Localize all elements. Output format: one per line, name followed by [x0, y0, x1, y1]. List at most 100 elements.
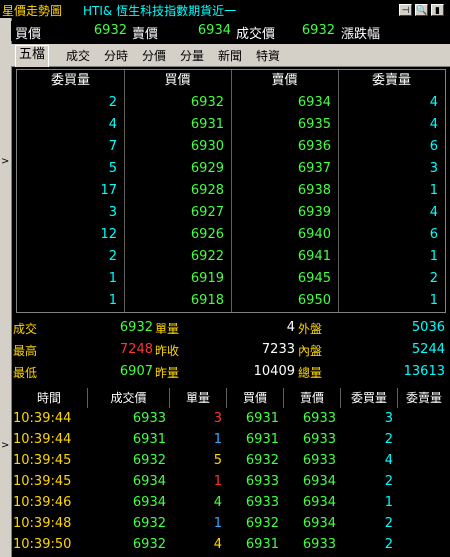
time-header: 時間: [11, 388, 88, 408]
tick-row[interactable]: 10:39:45 6934 1 6933 6934 2: [11, 471, 450, 492]
tick-bq-cell: 2: [384, 537, 393, 552]
tab-five-level[interactable]: 五檔: [15, 45, 50, 67]
tick-bid-cell: 6931: [245, 537, 279, 552]
tick-bq-cell: 2: [384, 516, 393, 531]
qty-header: 單量: [170, 388, 227, 408]
tab-volume[interactable]: 分量: [177, 47, 207, 65]
tick-time-cell: 10:39:45: [13, 453, 72, 468]
tick-price-cell: 6933: [132, 411, 166, 426]
tab-trades[interactable]: 成交: [63, 47, 93, 65]
ask-qty-cell: 4: [429, 95, 438, 110]
stat-l2: 單量: [155, 322, 180, 336]
book-row[interactable]: 17 6928 6938 1: [17, 180, 445, 202]
tick-time-cell: 10:39:45: [13, 474, 72, 489]
tab-bar: 五檔 成交 分時 分價 分量 新聞 特資: [11, 44, 450, 67]
tick-bid-cell: 6933: [245, 474, 279, 489]
stat-v1: 6907: [119, 364, 153, 379]
stat-v3: 5244: [411, 342, 445, 357]
tick-price-cell: 6932: [132, 516, 166, 531]
tab-special[interactable]: 特資: [253, 47, 283, 65]
bid-qty-cell: 4: [108, 117, 117, 132]
bid-cell: 6919: [190, 271, 224, 286]
book-row[interactable]: 2 6932 6934 4: [17, 92, 445, 114]
book-row[interactable]: 1 6918 6950 1: [17, 290, 445, 312]
tick-price-cell: 6934: [132, 495, 166, 510]
bid-cell: 6929: [190, 161, 224, 176]
change-label: 漲跌幅: [341, 27, 381, 42]
bid-qty-cell: 5: [108, 161, 117, 176]
book-row[interactable]: 7 6930 6936 6: [17, 136, 445, 158]
book-row[interactable]: 2 6922 6941 1: [17, 246, 445, 268]
tick-row[interactable]: 10:39:50 6932 4 6931 6933 2: [11, 534, 450, 555]
bid-cell: 6926: [190, 227, 224, 242]
stat-l2: 昨收: [155, 344, 180, 358]
tick-ask-cell: 6933: [302, 453, 336, 468]
tick-row[interactable]: 10:39:44 6931 1 6931 6933 2: [11, 429, 450, 450]
tick-aq-cell: [398, 471, 448, 492]
tick-time-cell: 10:39:46: [13, 495, 72, 510]
stat-v1: 6932: [119, 320, 153, 335]
tick-row[interactable]: 10:39:46 6934 4 6933 6934 1: [11, 492, 450, 513]
bid-cell: 6922: [190, 249, 224, 264]
expand-right-icon[interactable]: >: [1, 440, 9, 451]
book-row[interactable]: 4 6931 6935 4: [17, 114, 445, 136]
tick-bid-cell: 6932: [245, 516, 279, 531]
tick-time-cell: 10:39:44: [13, 411, 72, 426]
ask-cell: 6950: [297, 293, 331, 308]
tick-bq-cell: 3: [384, 411, 393, 426]
tick-price-cell: 6934: [132, 474, 166, 489]
bid-cell: 6932: [190, 95, 224, 110]
tick-ask-cell: 6933: [302, 432, 336, 447]
ask-cell: 6935: [297, 117, 331, 132]
ask-cell: 6937: [297, 161, 331, 176]
book-row[interactable]: 1 6919 6945 2: [17, 268, 445, 290]
tick-price-cell: 6932: [132, 537, 166, 552]
bid-qty-cell: 7: [108, 139, 117, 154]
search-icon[interactable]: 🔍: [415, 4, 428, 16]
close-icon[interactable]: ▮: [431, 4, 444, 16]
stat-l2: 昨量: [155, 366, 180, 380]
instrument-name: HTI& 恆生科技指數期貨近一: [83, 4, 237, 18]
tick-qty-cell: 4: [213, 495, 222, 510]
ask-qty-cell: 4: [429, 117, 438, 132]
ask-qty-cell: 2: [429, 271, 438, 286]
ask-cell: 6941: [297, 249, 331, 264]
stat-l1: 最低: [13, 366, 38, 380]
sell-value: 6934: [197, 23, 231, 38]
last-label: 成交價: [236, 27, 276, 42]
title-bar: 星價走勢圖 HTI& 恆生科技指數期貨近一 ⊣ 🔍 ▮: [0, 0, 450, 20]
tick-row[interactable]: 10:39:48 6932 1 6932 6934 2: [11, 513, 450, 534]
tick-ask-cell: 6934: [302, 495, 336, 510]
tick-qty-cell: 5: [213, 453, 222, 468]
trade-ticks: 時間 成交價 單量 買價 賣價 委買量 委賣量 10:39:44 6933 3 693…: [11, 388, 450, 557]
stat-v2: 7233: [261, 342, 295, 357]
ask-qty-cell: 6: [429, 139, 438, 154]
pin-icon[interactable]: ⊣: [399, 4, 412, 16]
tick-bid-cell: 6931: [245, 411, 279, 426]
book-row[interactable]: 3 6927 6939 4: [17, 202, 445, 224]
book-row[interactable]: 5 6929 6937 3: [17, 158, 445, 180]
tab-news[interactable]: 新聞: [215, 47, 245, 65]
tick-bid-cell: 6931: [245, 432, 279, 447]
tick-row[interactable]: 10:39:44 6933 3 6931 6933 3: [11, 408, 450, 429]
quote-row: 買價 6932 賣價 6934 成交價 6932 漲跌幅: [11, 21, 450, 42]
tick-aq-cell: [398, 408, 448, 429]
expand-right-icon[interactable]: >: [1, 156, 9, 167]
tick-ask-cell: 6933: [302, 537, 336, 552]
ask-qty-header: 委賣量: [405, 391, 442, 405]
tick-ask-cell: 6933: [302, 411, 336, 426]
stat-v1: 7248: [119, 342, 153, 357]
stat-v3: 5036: [411, 320, 445, 335]
tick-row[interactable]: 10:39:45 6932 5 6932 6933 4: [11, 450, 450, 471]
tab-intraday[interactable]: 分時: [101, 47, 131, 65]
order-book: 委買量 買價 賣價 委賣量 2 6932 6934 4 4 6931 6935 4 7 6930 6…: [16, 69, 446, 313]
bid-cell: 6931: [190, 117, 224, 132]
ask-qty-cell: 4: [429, 205, 438, 220]
book-row[interactable]: 12 6926 6940 6: [17, 224, 445, 246]
stat-l3: 外盤: [298, 322, 323, 336]
tick-bq-cell: 1: [384, 495, 393, 510]
tick-ask-cell: 6934: [302, 474, 336, 489]
tab-price-volume[interactable]: 分價: [139, 47, 169, 65]
ask-qty-cell: 1: [429, 183, 438, 198]
tick-time-cell: 10:39:50: [13, 537, 72, 552]
